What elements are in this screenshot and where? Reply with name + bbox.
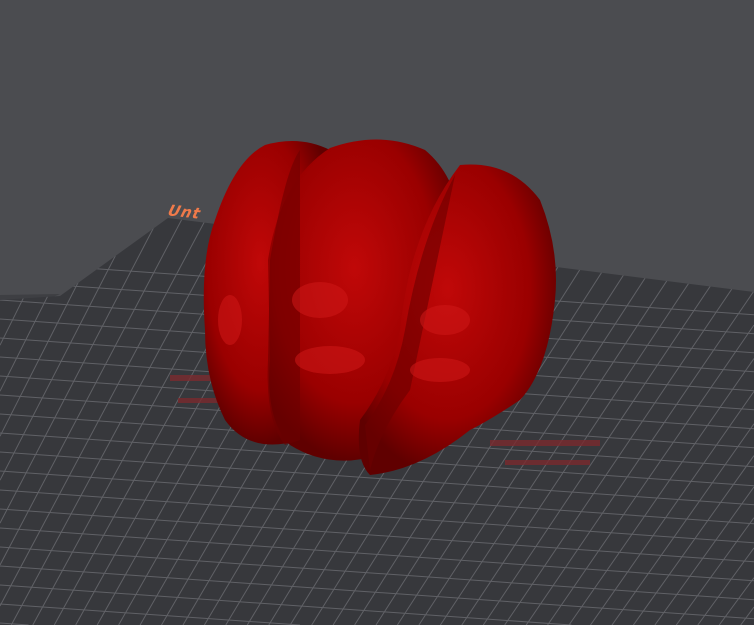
print-bed-scene [0,139,754,625]
bed-label: Unt [165,201,204,223]
grid-line [0,218,49,299]
3d-viewport[interactable]: Unt [0,0,754,625]
grid-line [0,218,25,250]
